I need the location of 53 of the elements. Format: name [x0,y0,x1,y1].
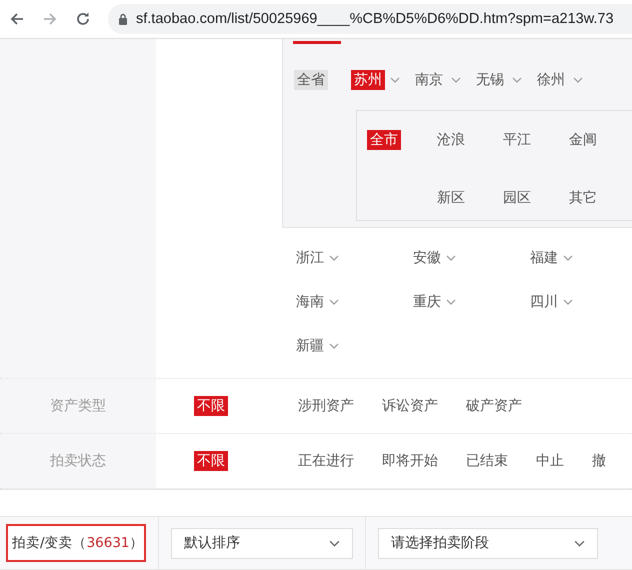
city-option[interactable]: 南京 [412,70,446,90]
filter-option[interactable]: 撤 [589,451,609,471]
filter-option[interactable]: 破产资产 [463,396,525,416]
city-option[interactable]: 徐州 [534,70,568,90]
chevron-down-icon [329,343,339,349]
district-option[interactable]: 平江 [500,130,534,162]
province-option[interactable]: 安徽 [413,249,441,267]
chevron-down-icon [563,299,573,305]
filter-label: 资产类型 [0,379,156,433]
back-icon[interactable] [9,11,25,27]
filter-label: 拍卖状态 [0,434,156,488]
province-option[interactable]: 海南 [296,293,324,311]
chevron-down-icon [446,299,456,305]
chevron-down-icon [390,77,400,83]
district-option[interactable]: 园区 [500,188,534,220]
district-option[interactable]: 沧浪 [434,130,468,162]
filter-option[interactable]: 中止 [533,451,567,471]
province-option[interactable]: 四川 [530,293,558,311]
city-option[interactable]: 苏州 [351,70,385,90]
chevron-down-icon [512,77,522,83]
province-all-option[interactable]: 全省 [294,70,328,90]
tab-stub [293,41,341,44]
city-option[interactable]: 无锡 [473,70,507,90]
district-option[interactable]: 其它 [566,188,600,220]
chevron-down-icon [446,255,456,261]
filter-option[interactable]: 诉讼资产 [379,396,441,416]
filter-option[interactable]: 即将开始 [379,451,441,471]
url-text: sf.taobao.com/list/50025969____%CB%D5%D6%DD.htm?spm=a213w.73 [136,11,614,27]
district-option[interactable]: 金阊 [566,130,600,162]
province-option[interactable]: 新疆 [296,337,324,355]
lock-icon [118,13,128,25]
filter-option[interactable]: 不限 [194,396,228,416]
filter-option[interactable]: 已结束 [463,451,511,471]
province-option[interactable]: 浙江 [296,249,324,267]
province-option[interactable]: 重庆 [413,293,441,311]
filter-option[interactable]: 涉刑资产 [295,396,357,416]
province-option[interactable]: 福建 [530,249,558,267]
address-bar[interactable]: sf.taobao.com/list/50025969____%CB%D5%D6%DD.htm?spm=a213w.73 [108,4,632,34]
chevron-down-icon [573,77,583,83]
chevron-down-icon [329,299,339,305]
district-option[interactable]: 新区 [434,188,468,220]
district-option[interactable]: 全市 [367,130,401,150]
filter-option[interactable]: 正在进行 [295,451,357,471]
chevron-down-icon [563,255,573,261]
reload-icon[interactable] [75,11,91,27]
auction-tab[interactable]: 拍卖/变卖（36631） [6,524,146,562]
chevron-down-icon [451,77,461,83]
stage-select[interactable]: 请选择拍卖阶段 [378,528,598,558]
chevron-down-icon [329,255,339,261]
chevron-down-icon [574,540,585,546]
sort-select[interactable]: 默认排序 [171,528,353,558]
chevron-down-icon [329,540,340,546]
filter-option[interactable]: 不限 [194,451,228,471]
